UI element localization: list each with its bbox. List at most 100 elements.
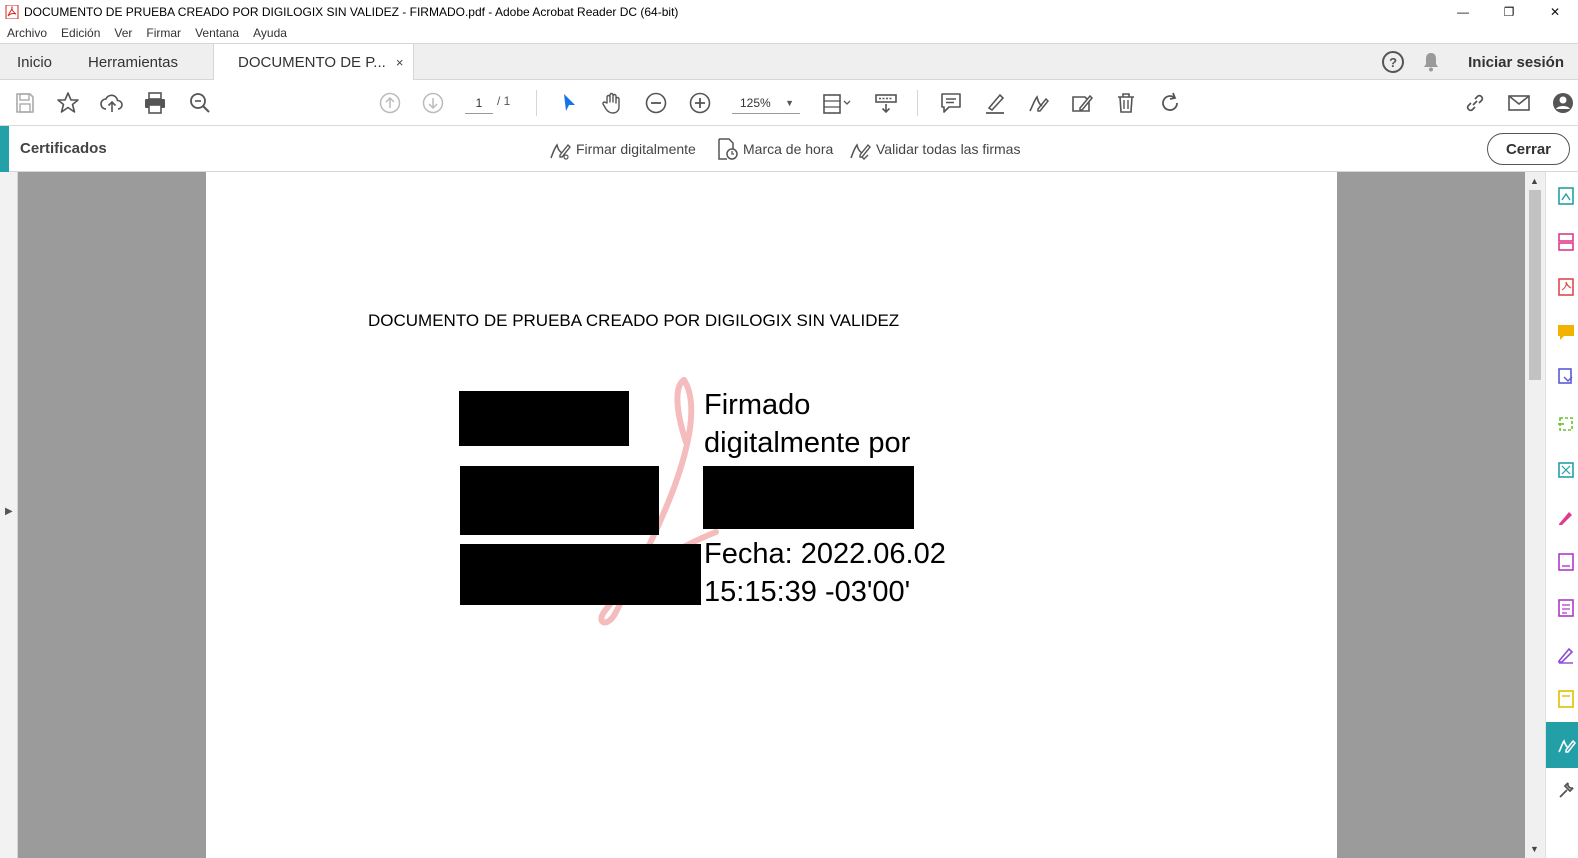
rotate-icon[interactable] [1157, 90, 1183, 116]
select-cursor-icon[interactable] [556, 90, 582, 116]
sign-pen-icon[interactable] [1025, 90, 1051, 116]
menu-edicion[interactable]: Edición [61, 26, 100, 40]
timestamp-button[interactable]: Marca de hora [715, 136, 833, 162]
menu-archivo[interactable]: Archivo [7, 26, 47, 40]
certificates-pen-icon [1558, 739, 1576, 753]
pdf-page: DOCUMENTO DE PRUEBA CREADO POR DIGILOGIX… [206, 172, 1337, 858]
user-account-icon[interactable] [1550, 90, 1576, 116]
timestamp-label: Marca de hora [743, 141, 834, 157]
tab-document-label: DOCUMENTO DE P... [238, 54, 386, 71]
validate-all-label: Validar todas las firmas [876, 141, 1021, 157]
sign-digitally-button[interactable]: Firmar digitalmente [548, 136, 696, 162]
export-pdf-icon[interactable] [1556, 186, 1576, 206]
window-controls: — ❐ ✕ [1440, 0, 1578, 23]
close-window-button[interactable]: ✕ [1532, 0, 1578, 23]
page-total: / 1 [497, 94, 511, 108]
minimize-button[interactable]: — [1440, 0, 1486, 23]
edit-text-icon[interactable] [1069, 90, 1095, 116]
certificates-tool-active[interactable] [1546, 722, 1578, 768]
signature-date-line-2: 15:15:39 -03'00' [704, 576, 911, 608]
page-number-input[interactable]: 1 [465, 92, 493, 114]
sign-digitally-icon [550, 143, 571, 160]
email-envelope-icon[interactable] [1506, 90, 1532, 116]
close-tab-icon[interactable]: × [396, 55, 404, 70]
document-viewport[interactable]: ▶ DOCUMENTO DE PRUEBA CREADO POR DIGILOG… [0, 172, 1545, 858]
redacted-block [703, 466, 914, 529]
scroll-down-icon[interactable]: ▼ [1530, 844, 1539, 854]
print-icon[interactable] [142, 90, 168, 116]
expand-left-panel-icon[interactable]: ▶ [5, 506, 13, 517]
zoom-search-icon[interactable] [187, 90, 213, 116]
signature-date-line-1: Fecha: 2022.06.02 [704, 538, 946, 570]
chevron-down-icon: ▼ [785, 98, 794, 108]
tab-bar: Inicio Herramientas DOCUMENTO DE P... × … [0, 43, 1578, 81]
right-tools-panel [1545, 172, 1578, 858]
save-icon[interactable] [12, 90, 38, 116]
edit-pdf-icon[interactable] [1556, 552, 1576, 572]
tab-herramientas[interactable]: Herramientas [88, 44, 178, 80]
compress-pdf-icon[interactable] [1556, 414, 1576, 434]
tab-document[interactable]: DOCUMENTO DE P... × [213, 44, 415, 81]
share-link-icon[interactable] [1462, 90, 1488, 116]
more-tools-wrench-icon[interactable] [1556, 780, 1576, 800]
scroll-thumb[interactable] [1529, 190, 1541, 380]
signature-line-1: Firmado [704, 389, 811, 421]
redacted-block [460, 466, 659, 535]
fill-sign-icon[interactable] [1556, 507, 1576, 527]
zoom-in-icon[interactable] [687, 90, 713, 116]
delete-trash-icon[interactable] [1113, 90, 1139, 116]
menu-ventana[interactable]: Ventana [195, 26, 239, 40]
tab-bar-right: ? Iniciar sesión [1382, 44, 1578, 80]
prepare-form-icon[interactable] [1556, 598, 1576, 618]
certificates-bar: Certificados Firmar digitalmente Marca d… [0, 126, 1578, 172]
redacted-block [460, 544, 701, 605]
highlight-pen-icon[interactable] [982, 90, 1008, 116]
left-panel-handle[interactable]: ▶ [0, 172, 18, 858]
menu-ver[interactable]: Ver [114, 26, 132, 40]
timestamp-icon [718, 138, 738, 160]
combine-files-icon[interactable] [1556, 367, 1576, 387]
sign-digitally-label: Firmar digitalmente [576, 141, 696, 157]
redacted-block [459, 391, 629, 446]
organize-pages-icon[interactable] [1556, 232, 1576, 252]
menu-ayuda[interactable]: Ayuda [253, 26, 287, 40]
certificates-title: Certificados [20, 140, 107, 157]
notifications-bell-icon[interactable] [1422, 52, 1440, 72]
main-toolbar: 1 / 1 125% ▼ [0, 80, 1578, 126]
restore-button[interactable]: ❐ [1486, 0, 1532, 23]
comment-icon[interactable] [938, 90, 964, 116]
hand-tool-icon[interactable] [599, 90, 625, 116]
create-pdf-icon[interactable] [1556, 277, 1576, 297]
next-page-icon[interactable] [420, 90, 446, 116]
keyboard-download-icon[interactable] [873, 90, 899, 116]
bookmark-star-icon[interactable] [55, 90, 81, 116]
window-title: DOCUMENTO DE PRUEBA CREADO POR DIGILOGIX… [24, 4, 679, 19]
menu-bar: Archivo Edición Ver Firmar Ventana Ayuda [0, 23, 1578, 43]
page-fit-icon[interactable] [818, 90, 854, 116]
acrobat-app-icon [5, 4, 19, 19]
scroll-up-icon[interactable]: ▲ [1530, 176, 1539, 186]
signin-button[interactable]: Iniciar sesión [1468, 54, 1564, 71]
request-signature-icon[interactable] [1556, 644, 1576, 664]
close-certificates-button[interactable]: Cerrar [1486, 133, 1570, 165]
tab-inicio[interactable]: Inicio [17, 44, 52, 80]
help-icon[interactable]: ? [1382, 51, 1405, 73]
signature-line-2: digitalmente por [704, 427, 911, 459]
stamp-icon[interactable] [1556, 689, 1576, 709]
scan-ocr-icon[interactable] [1556, 460, 1576, 480]
vertical-scrollbar[interactable]: ▲ ▼ [1525, 172, 1545, 858]
toolbar-divider [536, 90, 537, 116]
zoom-level-value: 125% [740, 96, 771, 110]
menu-firmar[interactable]: Firmar [146, 26, 181, 40]
upload-cloud-icon[interactable] [99, 90, 125, 116]
toolbar-divider [917, 90, 918, 116]
zoom-out-icon[interactable] [643, 90, 669, 116]
document-heading: DOCUMENTO DE PRUEBA CREADO POR DIGILOGIX… [368, 311, 900, 330]
validate-all-button[interactable]: Validar todas las firmas [848, 136, 1020, 162]
certificates-accent-strip [0, 126, 9, 172]
comment-tool-icon[interactable] [1556, 322, 1576, 342]
validate-signatures-icon [850, 143, 871, 160]
title-bar: DOCUMENTO DE PRUEBA CREADO POR DIGILOGIX… [0, 0, 1578, 23]
previous-page-icon[interactable] [377, 90, 403, 116]
zoom-level-select[interactable]: 125% ▼ [732, 92, 800, 114]
